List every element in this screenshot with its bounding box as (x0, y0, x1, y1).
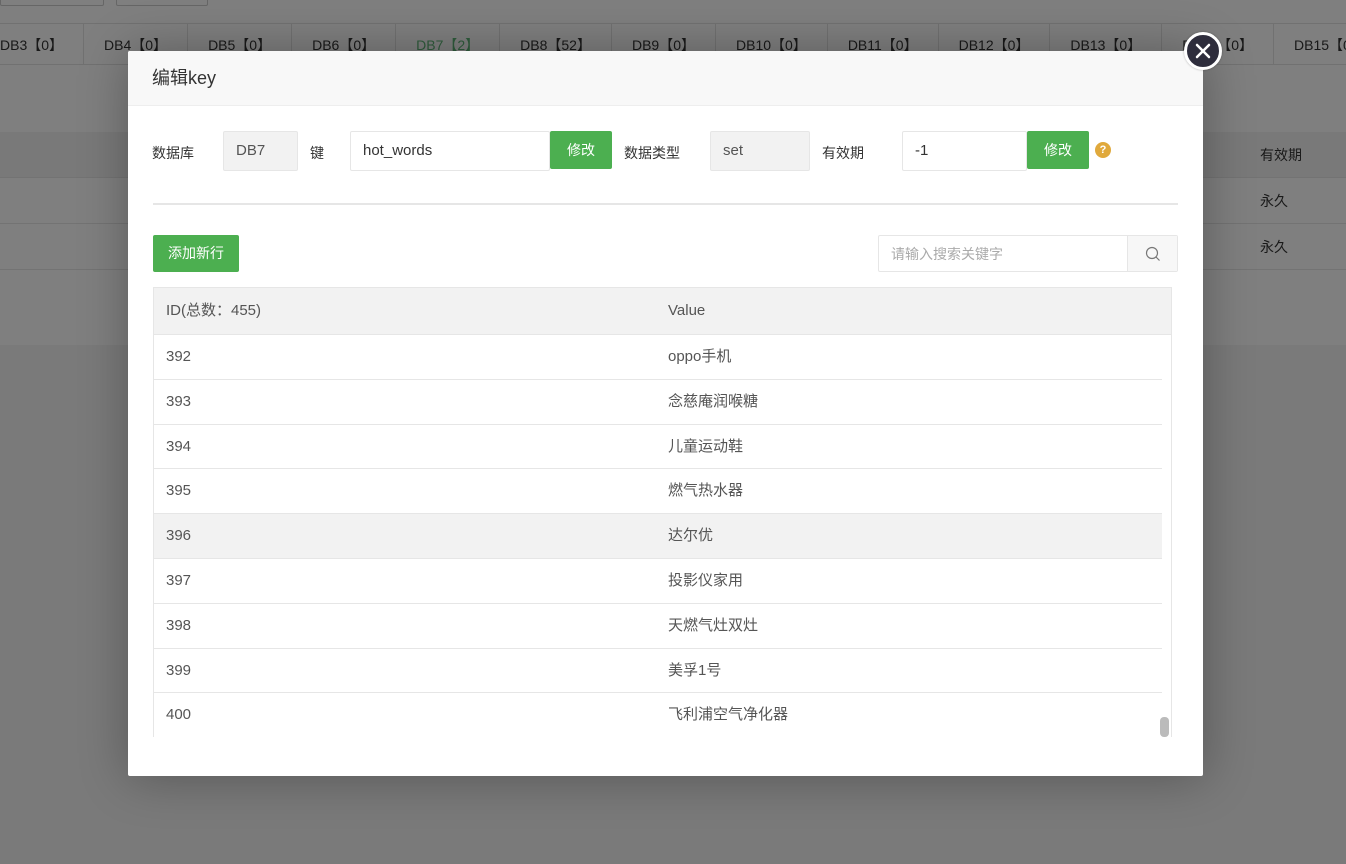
table-row[interactable]: 395 燃气热水器 (154, 469, 1162, 515)
table-scrollbar[interactable] (1160, 717, 1169, 737)
table-header: ID(总数：455) Value (154, 288, 1171, 335)
table-row[interactable]: 397 投影仪家用 (154, 558, 1162, 604)
help-icon[interactable]: ? (1095, 142, 1111, 158)
key-modify-button[interactable]: 修改 (550, 131, 612, 169)
cell-id: 393 (166, 392, 192, 410)
table-row[interactable]: 400 飞利浦空气净化器 (154, 693, 1162, 737)
type-label: 数据类型 (624, 145, 680, 161)
search-input[interactable] (879, 236, 1127, 271)
cell-value: 念慈庵润喉糖 (668, 392, 759, 410)
cell-value: 燃气热水器 (668, 482, 744, 500)
ttl-input[interactable]: -1 (902, 131, 1027, 171)
values-table: ID(总数：455) Value 392 oppo手机 393 念慈庵润喉糖 394 儿童… (153, 287, 1172, 737)
table-row[interactable]: 396 达尔优 (154, 514, 1162, 559)
table-row[interactable]: 392 oppo手机 (154, 335, 1162, 380)
cell-value: 天燃气灶双灶 (668, 616, 759, 634)
cell-id: 398 (166, 616, 192, 634)
type-field: set (710, 131, 810, 171)
ttl-label: 有效期 (822, 145, 864, 161)
search-box (878, 235, 1178, 272)
db-label: 数据库 (152, 145, 194, 161)
close-icon (1195, 43, 1211, 59)
db-field: DB7 (223, 131, 298, 171)
search-icon (1145, 246, 1160, 261)
cell-value: 儿童运动鞋 (668, 437, 744, 455)
table-row[interactable]: 398 天燃气灶双灶 (154, 603, 1162, 649)
table-body: 392 oppo手机 393 念慈庵润喉糖 394 儿童运动鞋 395 燃气热水器 396 达尔优… (154, 335, 1162, 737)
cell-id: 396 (166, 527, 192, 545)
cell-id: 392 (166, 348, 192, 365)
cell-id: 399 (166, 661, 192, 679)
search-button[interactable] (1127, 236, 1177, 271)
cell-id: 397 (166, 571, 192, 589)
cell-value: 飞利浦空气净化器 (668, 706, 789, 724)
cell-value: 美孚1号 (668, 661, 722, 679)
key-input[interactable]: hot_words (350, 131, 550, 171)
edit-key-dialog: 编辑key 数据库 DB7 键 hot_words 修改 数据类型 set 有效… (128, 51, 1203, 776)
table-row[interactable]: 393 念慈庵润喉糖 (154, 379, 1162, 425)
cell-value: 投影仪家用 (668, 571, 744, 589)
dialog-close-button[interactable] (1184, 32, 1222, 70)
add-row-button[interactable]: 添加新行 (153, 235, 239, 272)
cell-value: 达尔优 (668, 527, 714, 545)
cell-value: oppo手机 (668, 348, 732, 365)
cell-id: 395 (166, 482, 192, 500)
table-row[interactable]: 399 美孚1号 (154, 648, 1162, 694)
ttl-modify-button[interactable]: 修改 (1027, 131, 1089, 169)
key-form: 数据库 DB7 键 hot_words 修改 数据类型 set 有效期 -1 修… (128, 131, 1203, 171)
cell-id: 394 (166, 437, 192, 455)
column-header-id[interactable]: ID(总数：455) (166, 288, 261, 334)
key-label: 键 (310, 145, 324, 161)
cell-id: 400 (166, 706, 192, 724)
dialog-title: 编辑key (128, 51, 1203, 106)
column-header-value[interactable]: Value (668, 288, 705, 334)
form-divider (153, 203, 1178, 205)
table-row[interactable]: 394 儿童运动鞋 (154, 424, 1162, 470)
